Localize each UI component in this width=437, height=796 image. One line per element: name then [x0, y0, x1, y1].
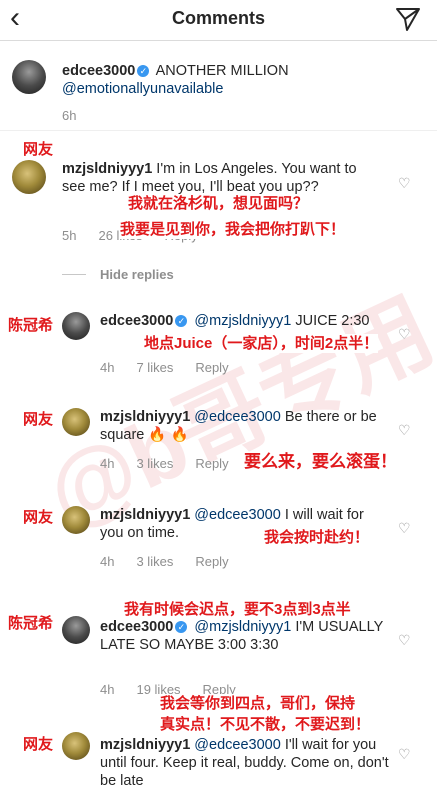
- comment-likes[interactable]: 3 likes: [136, 554, 173, 569]
- comment-username[interactable]: mzjsldniyyy1: [100, 737, 190, 753]
- annotation-tag: 网友: [23, 509, 54, 526]
- annotation-note: 地点Juice（一家店），时间2点半！: [144, 334, 379, 353]
- comment-text: mzjsldniyyy1 I'm in Los Angeles. You wan…: [62, 160, 382, 196]
- comment-username[interactable]: mzjsldniyyy1: [100, 507, 190, 523]
- comment-time: 5h: [62, 228, 77, 243]
- comment-likes[interactable]: 7 likes: [136, 360, 173, 375]
- comment-username[interactable]: edcee3000: [100, 619, 173, 635]
- annotation-tag: 网友: [23, 141, 54, 158]
- annotation-note: 我就在洛杉矶，想见面吗？: [128, 195, 309, 212]
- hide-replies-label: Hide replies: [100, 267, 174, 282]
- avatar[interactable]: [62, 506, 90, 534]
- caption-mention[interactable]: @emotionallyunavailable: [62, 81, 223, 97]
- annotation-note: 我会等你到四点，哥们，保持: [160, 694, 356, 713]
- comment-username[interactable]: mzjsldniyyy1: [62, 161, 152, 177]
- reply-button[interactable]: Reply: [195, 456, 228, 471]
- comment-username[interactable]: mzjsldniyyy1: [100, 409, 190, 425]
- comment-body: JUICE 2:30: [295, 313, 370, 329]
- comment-time: 4h: [100, 360, 115, 375]
- comment-mention[interactable]: @edcee3000: [194, 737, 280, 753]
- avatar[interactable]: [62, 616, 90, 644]
- comment-meta: 4h 3 likes Reply: [100, 554, 251, 569]
- comment-mention[interactable]: @edcee3000: [194, 409, 280, 425]
- caption-time: 6h: [62, 108, 77, 123]
- avatar[interactable]: [62, 408, 90, 436]
- like-heart-icon[interactable]: ♡: [398, 632, 411, 649]
- comment-time: 4h: [100, 456, 115, 471]
- comment-mention[interactable]: @edcee3000: [194, 507, 280, 523]
- caption-text: edcee3000 ✓ ANOTHER MILLION @emotionallyu…: [62, 62, 422, 98]
- annotation-note: 真实点！不见不散，不要迟到！: [160, 715, 371, 734]
- annotation-note: 我会按时赴约！: [264, 528, 370, 547]
- page-title: Comments: [171, 8, 265, 28]
- comment-username[interactable]: edcee3000: [100, 313, 173, 329]
- comment-time: 4h: [100, 682, 115, 697]
- comment-text: mzjsldniyyy1 @edcee3000 Be there or be s…: [100, 408, 390, 444]
- reply-button[interactable]: Reply: [195, 554, 228, 569]
- reply-button[interactable]: Reply: [195, 360, 228, 375]
- comment-text: edcee3000 ✓ @mzjsldniyyy1 I'M USUALLY LAT…: [100, 618, 390, 654]
- annotation-tag: 网友: [23, 411, 54, 428]
- comment-mention[interactable]: @mzjsldniyyy1: [194, 313, 291, 329]
- avatar[interactable]: [62, 312, 90, 340]
- verified-icon: ✓: [175, 621, 188, 633]
- comment-time: 4h: [100, 554, 115, 569]
- comment-mention[interactable]: @mzjsldniyyy1: [194, 619, 291, 635]
- comment-text: mzjsldniyyy1 @edcee3000 I'll wait for yo…: [100, 736, 390, 790]
- annotation-note: 要么来，要么滚蛋！: [244, 452, 397, 471]
- like-heart-icon[interactable]: ♡: [398, 746, 411, 763]
- caption-body: ANOTHER MILLION: [155, 63, 289, 79]
- send-icon[interactable]: [395, 6, 421, 37]
- annotation-tag: 陈冠希: [8, 615, 54, 632]
- comment-meta: 4h 7 likes Reply: [100, 360, 251, 375]
- divider: [0, 130, 437, 131]
- comment-text: edcee3000 ✓ @mzjsldniyyy1 JUICE 2:30: [100, 312, 390, 330]
- annotation-note: 我要是见到你，我会把你打趴下！: [120, 220, 346, 239]
- verified-icon: ✓: [137, 65, 150, 77]
- annotation-tag: 陈冠希: [8, 317, 54, 334]
- comment-likes[interactable]: 3 likes: [136, 456, 173, 471]
- annotation-note: 我有时候会迟点，要不3点到3点半: [124, 601, 351, 618]
- hide-replies-button[interactable]: Hide replies: [62, 267, 174, 282]
- like-heart-icon[interactable]: ♡: [398, 326, 411, 343]
- avatar[interactable]: [12, 60, 46, 94]
- fire-emoji-icon: 🔥 🔥: [148, 427, 189, 443]
- comment-meta: 4h 3 likes Reply: [100, 456, 251, 471]
- annotation-tag: 网友: [23, 736, 54, 753]
- caption-username[interactable]: edcee3000: [62, 63, 135, 79]
- header-bar: ‹ Comments: [0, 0, 437, 41]
- avatar[interactable]: [62, 732, 90, 760]
- verified-icon: ✓: [175, 315, 188, 327]
- like-heart-icon[interactable]: ♡: [398, 422, 411, 439]
- like-heart-icon[interactable]: ♡: [398, 175, 411, 192]
- divider: [62, 274, 86, 275]
- like-heart-icon[interactable]: ♡: [398, 520, 411, 537]
- avatar[interactable]: [12, 160, 46, 194]
